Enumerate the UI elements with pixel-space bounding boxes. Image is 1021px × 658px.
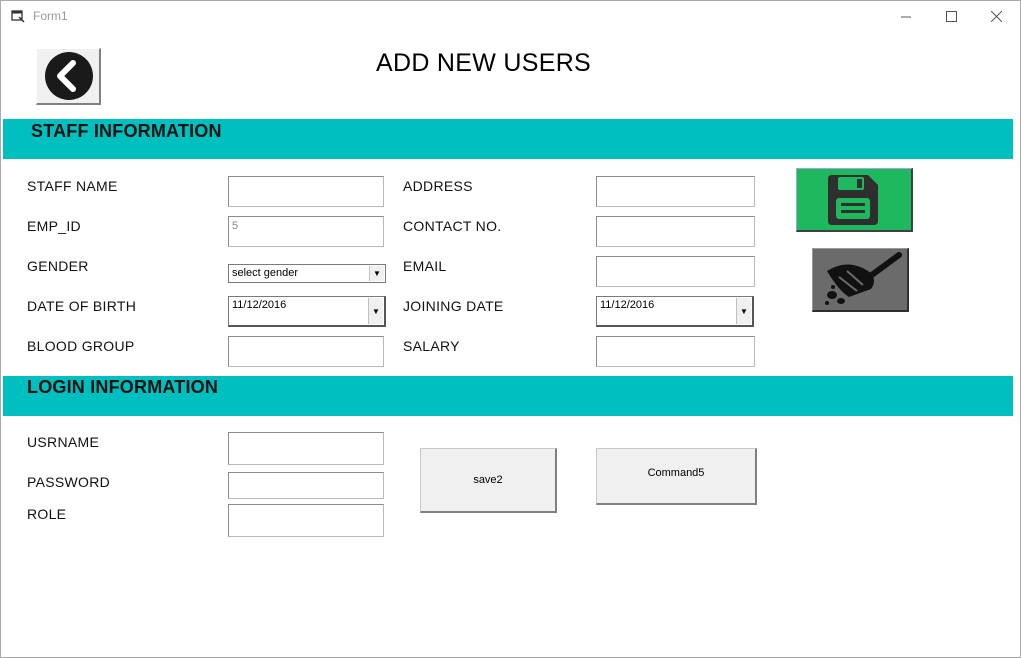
address-field[interactable] (596, 176, 755, 207)
minimize-icon (900, 16, 911, 17)
role-field[interactable] (228, 504, 384, 537)
broom-icon (825, 252, 902, 305)
staff-section-title: STAFF INFORMATION (31, 121, 222, 141)
chevron-down-icon[interactable]: ▼ (369, 266, 384, 281)
emp-id-field[interactable]: 5 (228, 216, 384, 247)
back-arrow-icon (45, 52, 93, 100)
dob-label: DATE OF BIRTH (27, 298, 137, 314)
password-field[interactable] (228, 472, 384, 499)
username-field[interactable] (228, 432, 384, 465)
chevron-down-icon[interactable]: ▼ (368, 298, 383, 324)
salary-field[interactable] (596, 336, 755, 367)
maximize-icon (945, 10, 957, 22)
back-button[interactable] (36, 48, 101, 105)
dob-date-picker[interactable]: 11/12/2016 ▼ (228, 296, 386, 327)
close-icon (990, 10, 1002, 22)
role-label: ROLE (27, 506, 67, 522)
login-information-band: LOGIN INFORMATION (3, 376, 1013, 416)
joining-date-picker[interactable]: 11/12/2016 ▼ (596, 296, 754, 327)
staff-name-field[interactable] (228, 176, 384, 207)
blood-group-label: BLOOD GROUP (27, 338, 135, 354)
maximize-button[interactable] (928, 1, 974, 31)
salary-label: SALARY (403, 338, 460, 354)
staff-information-band: STAFF INFORMATION (3, 119, 1013, 159)
login-section-title: LOGIN INFORMATION (27, 377, 219, 397)
clear-button[interactable] (812, 248, 909, 312)
staff-name-label: STAFF NAME (27, 178, 118, 194)
address-label: ADDRESS (403, 178, 473, 194)
contact-label: CONTACT NO. (403, 218, 502, 234)
app-icon (11, 10, 25, 23)
close-button[interactable] (973, 1, 1019, 31)
joining-date-value: 11/12/2016 (600, 299, 655, 311)
page-title: ADD NEW USERS (376, 49, 592, 77)
email-field[interactable] (596, 256, 755, 287)
floppy-disk-icon (828, 175, 878, 225)
gender-select[interactable]: select gender ▼ (228, 264, 386, 283)
email-label: EMAIL (403, 258, 447, 274)
emp-id-label: EMP_ID (27, 218, 81, 234)
window-title: Form1 (33, 9, 68, 23)
username-label: USRNAME (27, 434, 100, 450)
save2-button[interactable]: save2 (420, 448, 557, 513)
title-bar: Form1 (1, 1, 1020, 31)
form-window: Form1 ADD NEW USERS STAFF INFORMATION ST… (0, 0, 1021, 658)
save-button[interactable] (796, 168, 913, 232)
contact-field[interactable] (596, 216, 755, 247)
password-label: PASSWORD (27, 474, 111, 490)
chevron-down-icon[interactable]: ▼ (736, 298, 751, 324)
joining-date-label: JOINING DATE (403, 298, 504, 314)
gender-label: GENDER (27, 258, 89, 274)
blood-group-field[interactable] (228, 336, 384, 367)
gender-select-value: select gender (232, 267, 299, 279)
dob-value: 11/12/2016 (232, 299, 287, 311)
minimize-button[interactable] (883, 1, 929, 31)
command5-button[interactable]: Command5 (596, 448, 757, 505)
